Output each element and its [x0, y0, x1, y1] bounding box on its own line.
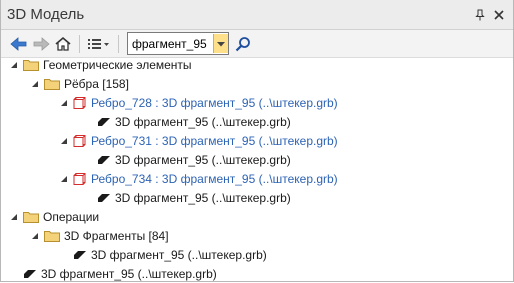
tree-node-label: 3D фрагмент_95 (..\штекер.grb): [115, 114, 291, 129]
folder-icon: [44, 77, 60, 90]
toolbar-separator: [79, 34, 80, 53]
expanded-arrow-icon[interactable]: [59, 174, 69, 184]
tree-node-label: 3D фрагмент_95 (..\штекер.grb): [91, 247, 267, 262]
close-icon[interactable]: [491, 7, 507, 23]
solid-body-icon: [97, 193, 111, 203]
tree-node-label: 3D Фрагменты [84]: [64, 228, 169, 243]
expanded-arrow-icon[interactable]: [30, 231, 40, 241]
chevron-down-icon[interactable]: [213, 34, 228, 53]
tree-node-fragment[interactable]: 3D фрагмент_95 (..\штекер.grb): [73, 245, 267, 264]
panel-title: 3D Модель: [7, 6, 85, 23]
back-arrow-icon[interactable]: [9, 34, 29, 54]
folder-icon: [44, 229, 60, 242]
search-combobox[interactable]: [127, 32, 229, 55]
tree-node-edge[interactable]: Ребро_731 : 3D фрагмент_95 (..\штекер.gr…: [59, 131, 338, 150]
list-view-icon[interactable]: [86, 34, 112, 54]
folder-icon: [23, 210, 39, 223]
edge-icon: [73, 96, 87, 110]
tree-node-label: Ребро_728 : 3D фрагмент_95 (..\штекер.gr…: [91, 95, 338, 110]
tree-node-fragment[interactable]: 3D фрагмент_95 (..\штекер.grb): [97, 188, 291, 207]
expanded-arrow-icon[interactable]: [9, 212, 19, 222]
tree-node-label: Геометрические элементы: [43, 57, 192, 72]
tree-node-label: 3D фрагмент_95 (..\штекер.grb): [41, 266, 217, 281]
tree-node-label: Операции: [43, 209, 100, 224]
tree-node-edges[interactable]: Рёбра [158]: [30, 74, 129, 93]
panel-toolbar: [1, 30, 513, 58]
expanded-arrow-icon[interactable]: [59, 98, 69, 108]
tree-node-edge[interactable]: Ребро_728 : 3D фрагмент_95 (..\штекер.gr…: [59, 93, 338, 112]
tree-node-geometric[interactable]: Геометрические элементы: [9, 55, 192, 74]
tree-node-label: 3D фрагмент_95 (..\штекер.grb): [115, 190, 291, 205]
tree-node-operations[interactable]: Операции: [9, 207, 99, 226]
home-icon[interactable]: [53, 34, 73, 54]
model-tree: Геометрические элементы Рёбра [158] Ребр…: [1, 58, 513, 282]
edge-icon: [73, 172, 87, 186]
tree-node-label: Ребро_734 : 3D фрагмент_95 (..\штекер.gr…: [91, 171, 338, 186]
tree-node-label: Рёбра [158]: [64, 76, 129, 91]
solid-body-icon: [97, 155, 111, 165]
forward-arrow-icon[interactable]: [31, 34, 51, 54]
tree-node-fragments[interactable]: 3D Фрагменты [84]: [30, 226, 169, 245]
edge-icon: [73, 134, 87, 148]
tree-node-label: 3D фрагмент_95 (..\штекер.grb): [115, 152, 291, 167]
expanded-arrow-icon[interactable]: [9, 60, 19, 70]
search-icon[interactable]: [233, 34, 253, 54]
tree-node-label: Ребро_731 : 3D фрагмент_95 (..\штекер.gr…: [91, 133, 338, 148]
tree-node-fragment[interactable]: 3D фрагмент_95 (..\штекер.grb): [97, 150, 291, 169]
pin-icon[interactable]: [472, 7, 488, 23]
tree-node-fragment[interactable]: 3D фрагмент_95 (..\штекер.grb): [97, 112, 291, 131]
tree-node-edge[interactable]: Ребро_734 : 3D фрагмент_95 (..\штекер.gr…: [59, 169, 338, 188]
folder-icon: [23, 58, 39, 71]
search-input[interactable]: [128, 34, 213, 53]
panel-titlebar: 3D Модель: [1, 0, 513, 30]
solid-body-icon: [73, 250, 87, 260]
solid-body-icon: [23, 269, 37, 279]
expanded-arrow-icon[interactable]: [59, 136, 69, 146]
toolbar-separator: [118, 34, 119, 53]
3d-model-panel: 3D Модель фрагмент_95 Геометрические эле…: [0, 0, 514, 282]
tree-node-fragment[interactable]: 3D фрагмент_95 (..\штекер.grb): [23, 264, 217, 283]
solid-body-icon: [97, 117, 111, 127]
expanded-arrow-icon[interactable]: [30, 79, 40, 89]
